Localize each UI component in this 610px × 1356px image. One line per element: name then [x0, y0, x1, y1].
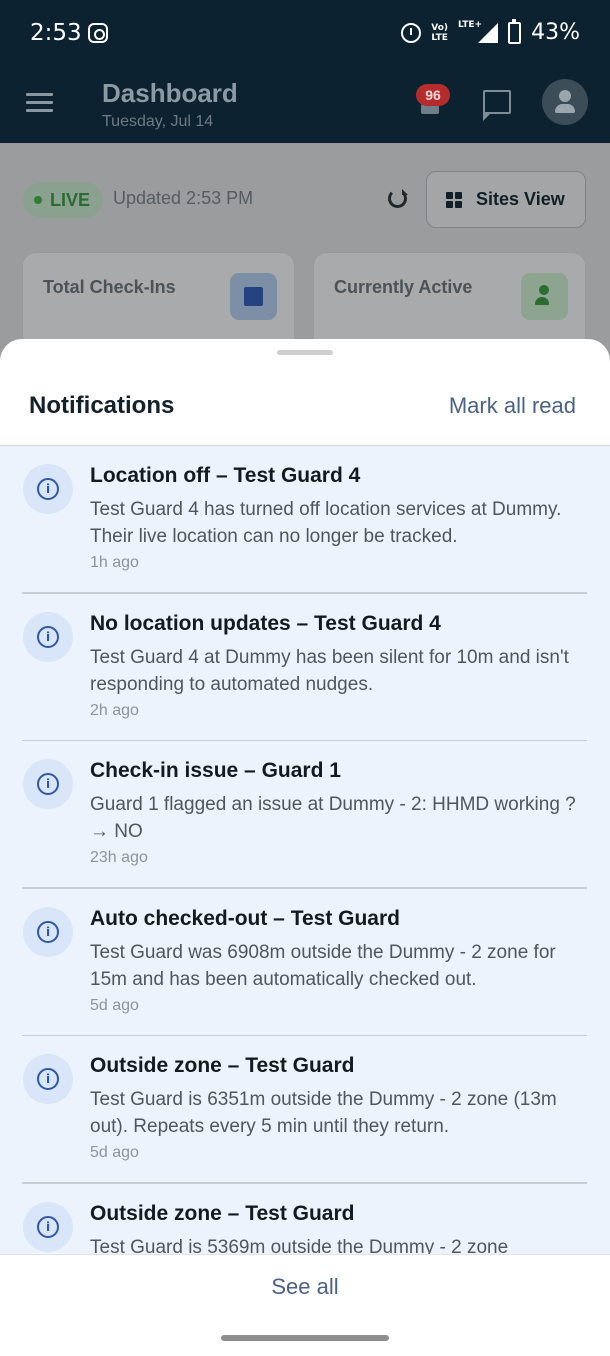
notification-item[interactable]: Outside zone – Test Guard Test Guard is …: [0, 1183, 610, 1255]
grid-icon: [446, 191, 462, 208]
notification-body: Guard 1 flagged an issue at Dummy - 2: H…: [90, 794, 576, 842]
notification-time: 23h ago: [90, 849, 148, 866]
alarm-icon: [401, 22, 422, 43]
live-dot-icon: [34, 196, 42, 204]
page-date: Tuesday, Jul 14: [102, 113, 214, 130]
info-icon: [23, 759, 73, 809]
volte-indicator: Vo) LTE: [431, 22, 449, 43]
notification-time: 2h ago: [90, 701, 139, 719]
status-icons: Vo) LTE LTE+ 43%: [401, 18, 580, 45]
gesture-nav-bar[interactable]: [221, 1335, 389, 1341]
card-title: Currently Active: [334, 277, 473, 297]
notification-body: Test Guard 4 at Dummy has been silent fo…: [90, 646, 569, 695]
notification-item[interactable]: Auto checked-out – Test Guard Test Guard…: [0, 888, 610, 1036]
checklist-icon: [230, 273, 277, 320]
menu-icon[interactable]: [26, 93, 53, 113]
notification-time: 1h ago: [90, 554, 139, 571]
info-icon: [23, 611, 73, 662]
notification-item[interactable]: No location updates – Test Guard 4 Test …: [0, 593, 610, 741]
notification-body: Test Guard was 6908m outside the Dummy -…: [90, 941, 556, 990]
notification-count-badge: 96: [416, 84, 450, 106]
network-type: LTE+: [458, 19, 483, 30]
user-check-icon: [521, 273, 568, 320]
notifications-sheet: Notifications Mark all read Location off…: [0, 339, 610, 1356]
drag-handle[interactable]: [277, 350, 333, 355]
chat-icon[interactable]: [482, 90, 511, 121]
page-title: Dashboard: [102, 78, 238, 108]
notification-title: Outside zone – Test Guard: [90, 1054, 355, 1077]
notification-time: 5d ago: [90, 996, 139, 1014]
status-bar: 2:53 Vo) LTE LTE+ 43%: [0, 0, 610, 68]
live-badge: LIVE: [23, 182, 103, 218]
sites-view-label: Sites View: [476, 189, 565, 209]
sites-view-button[interactable]: Sites View: [426, 171, 586, 228]
info-icon: [23, 1201, 73, 1252]
notification-title: Location off – Test Guard 4: [90, 464, 361, 487]
refresh-icon[interactable]: [388, 189, 408, 208]
live-label: LIVE: [50, 189, 91, 210]
sheet-footer: See all: [0, 1254, 610, 1356]
battery-icon: [508, 18, 522, 44]
notification-title: Auto checked-out – Test Guard: [90, 906, 400, 930]
battery-percent: 43%: [531, 20, 580, 45]
notification-list[interactable]: Location off – Test Guard 4 Test Guard 4…: [0, 446, 610, 1254]
mark-all-read-button[interactable]: Mark all read: [449, 393, 576, 419]
avatar[interactable]: [542, 79, 588, 125]
info-icon: [23, 1054, 73, 1104]
notification-title: Outside zone – Test Guard: [90, 1201, 355, 1225]
notification-title: Check-in issue – Guard 1: [90, 759, 341, 782]
notification-item[interactable]: Location off – Test Guard 4 Test Guard 4…: [0, 446, 610, 594]
instagram-icon: [88, 23, 108, 43]
notification-body: Test Guard 4 has turned off location ser…: [90, 499, 562, 547]
notification-item[interactable]: Outside zone – Test Guard Test Guard is …: [0, 1036, 610, 1184]
sheet-title: Notifications: [29, 392, 175, 419]
notification-body: Test Guard is 6351m outside the Dummy - …: [90, 1089, 557, 1137]
status-time: 2:53: [30, 20, 82, 46]
info-icon: [23, 906, 73, 957]
notification-item[interactable]: Check-in issue – Guard 1 Guard 1 flagged…: [0, 741, 610, 889]
notification-body: Test Guard is 5369m outside the Dummy - …: [90, 1236, 509, 1255]
notification-time: 5d ago: [90, 1144, 139, 1161]
info-icon: [23, 464, 73, 514]
see-all-button[interactable]: See all: [0, 1274, 610, 1300]
app-header: Dashboard Tuesday, Jul 14 96: [0, 68, 610, 143]
notification-title: No location updates – Test Guard 4: [90, 611, 441, 635]
card-title: Total Check-Ins: [43, 277, 176, 297]
updated-time: Updated 2:53 PM: [113, 188, 254, 208]
